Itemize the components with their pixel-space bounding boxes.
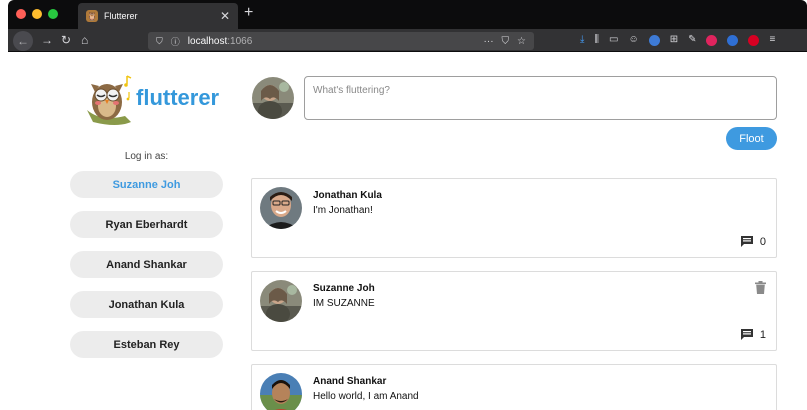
- post-author: Suzanne Joh: [313, 283, 375, 294]
- home-icon[interactable]: ⌂: [81, 34, 88, 47]
- new-tab-button[interactable]: +: [244, 5, 253, 21]
- login-user-button-anand[interactable]: Anand Shankar: [70, 251, 223, 278]
- sidebar-icon[interactable]: ▭: [609, 33, 618, 47]
- forward-icon[interactable]: →: [41, 34, 53, 47]
- post-comments-button[interactable]: 1: [740, 328, 766, 341]
- composer-avatar: [252, 77, 294, 119]
- back-button[interactable]: ←: [13, 31, 33, 51]
- url-bar[interactable]: ⛉ ⓘ localhost :1066 ··· ⛉ ☆: [148, 32, 534, 50]
- flutterer-page: flutterer Log in as: Suzanne Joh Ryan Eb…: [8, 53, 807, 410]
- menu-icon[interactable]: ≡: [769, 33, 775, 47]
- bookmark-star-icon[interactable]: ☆: [517, 36, 526, 47]
- extension-blue-icon[interactable]: [727, 34, 739, 46]
- browser-tab[interactable]: 🦉 Flutterer ✕: [78, 3, 238, 29]
- comment-icon: [740, 329, 753, 340]
- owl-favicon-icon: 🦉: [86, 10, 98, 22]
- tab-strip: 🦉 Flutterer ✕ +: [8, 0, 807, 29]
- window-zoom-button[interactable]: [48, 9, 58, 19]
- extension-puzzle-icon[interactable]: ✎: [688, 33, 696, 47]
- trash-icon[interactable]: [755, 281, 766, 294]
- post-card: Suzanne Joh IM SUZANNE 1: [251, 271, 777, 351]
- page-actions-icon[interactable]: ···: [484, 36, 494, 47]
- url-host: localhost: [187, 35, 228, 47]
- browser-window: 🦉 Flutterer ✕ + ← → ↻ ⌂ ⛉ ⓘ localhost :1…: [8, 0, 807, 410]
- navigation-toolbar: ← → ↻ ⌂ ⛉ ⓘ localhost :1066 ··· ⛉ ☆ ⤓ ⫼ …: [8, 29, 807, 52]
- login-user-button-jonathan[interactable]: Jonathan Kula: [70, 291, 223, 318]
- floot-button[interactable]: Floot: [726, 127, 777, 150]
- extension-red-icon[interactable]: [706, 34, 718, 46]
- tab-close-icon[interactable]: ✕: [220, 10, 230, 22]
- post-text: I'm Jonathan!: [313, 205, 373, 216]
- tab-title: Flutterer: [104, 11, 138, 21]
- post-comments-button[interactable]: 0: [740, 235, 766, 248]
- url-port: :1066: [227, 35, 253, 47]
- post-comment-count: 0: [759, 235, 766, 248]
- login-user-button-esteban[interactable]: Esteban Rey: [70, 331, 223, 358]
- post-comment-count: 1: [759, 328, 766, 341]
- owl-logo-icon: [87, 75, 132, 125]
- comment-icon: [740, 236, 753, 247]
- shield-icon: ⛉: [156, 35, 163, 46]
- pocket-icon[interactable]: ⛉: [502, 36, 510, 47]
- post-text: Hello world, I am Anand: [313, 391, 419, 402]
- post-avatar: [260, 373, 302, 410]
- reload-icon[interactable]: ↻: [61, 34, 71, 47]
- extension-grid-icon[interactable]: ⊞: [670, 33, 678, 47]
- info-icon: ⓘ: [170, 36, 180, 47]
- post-text: IM SUZANNE: [313, 298, 375, 309]
- post-author: Anand Shankar: [313, 376, 387, 387]
- login-user-button-ryan[interactable]: Ryan Eberhardt: [70, 211, 223, 238]
- post-author: Jonathan Kula: [313, 190, 382, 201]
- account-icon[interactable]: ☺: [628, 33, 638, 47]
- login-user-button-suzanne[interactable]: Suzanne Joh: [70, 171, 223, 198]
- bitwarden-extension-icon[interactable]: [648, 34, 660, 46]
- adblock-extension-icon[interactable]: [748, 34, 760, 46]
- post-avatar: [260, 187, 302, 229]
- back-icon: ←: [17, 34, 29, 48]
- post-card: Jonathan Kula I'm Jonathan! 0: [251, 178, 777, 258]
- composer-textarea[interactable]: [304, 76, 777, 120]
- window-close-button[interactable]: [16, 9, 26, 19]
- library-icon[interactable]: ⫼: [594, 33, 599, 47]
- logo-wordmark: flutterer: [136, 85, 220, 110]
- window-minimize-button[interactable]: [32, 9, 42, 19]
- post-card: Anand Shankar Hello world, I am Anand: [251, 364, 777, 410]
- post-avatar: [260, 280, 302, 322]
- download-icon[interactable]: ⤓: [580, 33, 584, 47]
- login-label: Log in as:: [124, 151, 169, 162]
